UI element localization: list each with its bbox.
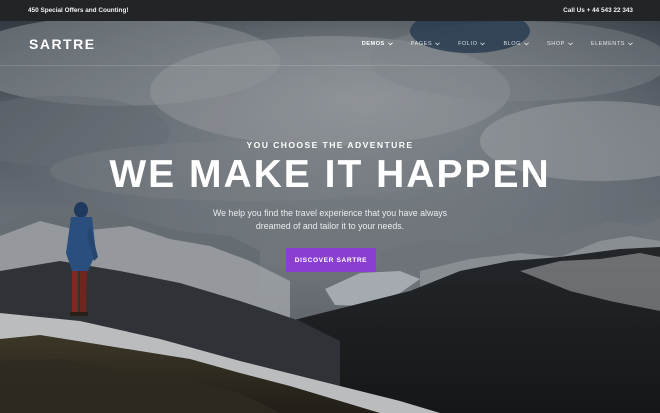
- discover-sartre-button[interactable]: DISCOVER SARTRE: [286, 248, 376, 272]
- nav-item-folio[interactable]: FOLIO: [458, 40, 486, 47]
- chevron-down-icon: [435, 41, 441, 45]
- nav-item-label: DEMOS: [361, 40, 385, 47]
- nav-item-elements[interactable]: ELEMENTS: [591, 41, 633, 47]
- nav-item-shop[interactable]: SHOP: [547, 41, 573, 47]
- chevron-down-icon: [480, 41, 486, 45]
- site-header: SARTRE DEMOS PAGES FOLIO BLOG SHOP ELEME…: [0, 21, 660, 66]
- nav-item-label: ELEMENTS: [590, 40, 625, 47]
- chevron-down-icon: [628, 41, 633, 45]
- special-offers-text: 450 Special Offers and Counting!: [28, 7, 129, 14]
- header-divider: [0, 65, 660, 66]
- nav-item-pages[interactable]: PAGES: [410, 40, 441, 47]
- mountain-landscape-image: [0, 21, 660, 413]
- nav-item-label: FOLIO: [458, 40, 478, 47]
- hero-background: [0, 21, 660, 413]
- site-logo[interactable]: SARTRE: [29, 36, 96, 52]
- chevron-down-icon: [387, 41, 393, 45]
- nav-item-label: SHOP: [546, 40, 565, 47]
- top-bar: 450 Special Offers and Counting! Call Us…: [0, 0, 660, 21]
- chevron-down-icon: [567, 41, 573, 45]
- nav-item-blog[interactable]: BLOG: [503, 41, 529, 47]
- nav-item-label: PAGES: [410, 40, 433, 47]
- main-nav: DEMOS PAGES FOLIO BLOG SHOP ELEMENTS: [344, 41, 633, 47]
- contact-phone-text[interactable]: Call Us + 44 543 22 343: [563, 7, 633, 14]
- nav-item-label: BLOG: [503, 40, 521, 47]
- chevron-down-icon: [524, 41, 529, 45]
- nav-item-demos[interactable]: DEMOS: [362, 41, 393, 47]
